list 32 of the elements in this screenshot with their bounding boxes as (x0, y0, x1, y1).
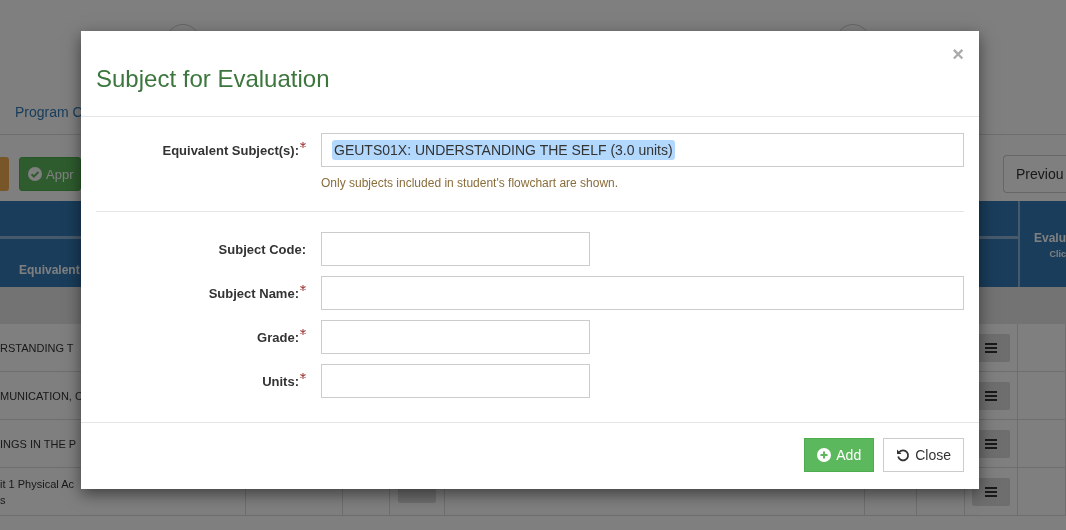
menu-icon (985, 342, 997, 353)
table-cell-text: it 1 Physical Ac (0, 476, 74, 492)
menu-icon (985, 486, 997, 497)
column-header: Equivalent (18, 262, 81, 277)
table-cell-text: s (0, 492, 6, 508)
input-field[interactable] (321, 320, 590, 354)
row-menu-button[interactable] (972, 477, 1010, 506)
table-cell-text: INGS IN THE P (0, 436, 77, 452)
menu-icon (985, 390, 997, 401)
table-cell-text: RSTANDING T (0, 340, 74, 356)
field-label: Grade: (257, 330, 299, 345)
close-button[interactable]: Close (883, 438, 964, 472)
menu-icon (985, 438, 997, 449)
field-label: Units: (262, 374, 299, 389)
approve-button[interactable]: Appr (19, 157, 81, 191)
plus-circle-icon (817, 448, 832, 462)
field-label: Subject Code: (218, 242, 306, 257)
field-label: Subject Name: (208, 286, 299, 301)
breadcrumb-link[interactable]: Program C (15, 104, 83, 120)
select-field[interactable]: GEUTS01X: UNDERSTANDING THE SELF (3.0 units) (321, 133, 964, 167)
add-button[interactable]: Add (804, 438, 875, 472)
undo-icon (896, 448, 911, 462)
field-label: Equivalent Subject(s): (162, 143, 299, 158)
check-circle-icon (28, 167, 42, 181)
column-hint: Clic (1049, 249, 1066, 259)
input-field[interactable] (321, 276, 964, 310)
input-field[interactable] (321, 364, 590, 398)
previous-button[interactable]: Previou (1003, 155, 1066, 193)
column-header: Evalu (1034, 231, 1066, 245)
input-field[interactable] (321, 232, 590, 266)
help-text: Only subjects included in student's flowchart are shown. (321, 176, 620, 190)
modal-title: Subject for Evaluation (96, 65, 330, 93)
